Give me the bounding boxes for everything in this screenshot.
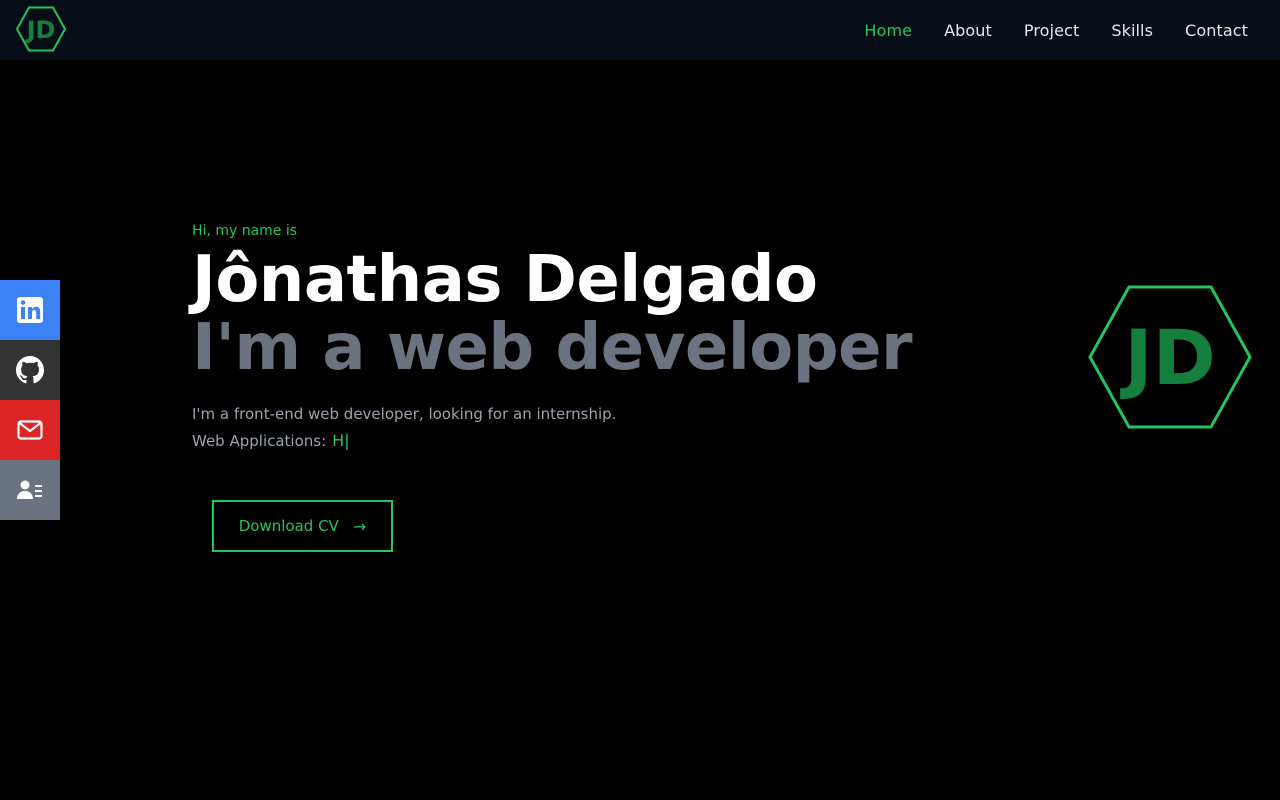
arrow-right-icon: → xyxy=(352,516,367,536)
mail-icon xyxy=(17,420,43,440)
hero-name: Jônathas Delgado xyxy=(192,243,818,317)
hero-section: Hi, my name is Jônathas Delgado I'm a we… xyxy=(192,220,1012,454)
web-apps-line: Web Applications: H| xyxy=(192,428,1012,454)
linkedin-icon xyxy=(17,297,43,323)
nav-links: Home About Project Skills Contact xyxy=(864,0,1248,60)
hero-role: I'm a web developer xyxy=(192,311,913,385)
linkedin-link[interactable] xyxy=(0,280,60,340)
logo-text: JD xyxy=(25,16,56,44)
hero-logo-text: JD xyxy=(1119,313,1215,402)
email-link[interactable] xyxy=(0,400,60,460)
download-cv-button[interactable]: Download CV → xyxy=(212,500,393,552)
navbar: JD Home About Project Skills Contact xyxy=(0,0,1280,60)
download-cv-label: Download CV xyxy=(238,517,339,535)
nav-skills[interactable]: Skills xyxy=(1111,21,1153,40)
github-link[interactable] xyxy=(0,340,60,400)
web-apps-label: Web Applications: xyxy=(192,432,327,450)
greeting-text: Hi, my name is xyxy=(192,223,298,239)
nav-about[interactable]: About xyxy=(944,21,992,40)
social-sidebar xyxy=(0,280,60,520)
github-icon xyxy=(16,356,44,384)
typing-cursor: | xyxy=(344,431,350,450)
site-logo[interactable]: JD xyxy=(15,6,67,52)
nav-contact[interactable]: Contact xyxy=(1185,21,1248,40)
typed-text: H xyxy=(332,431,345,450)
nav-project[interactable]: Project xyxy=(1024,21,1079,40)
nav-home[interactable]: Home xyxy=(864,21,912,40)
hero-logo: JD xyxy=(1087,284,1253,430)
resume-icon xyxy=(17,480,42,499)
resume-link[interactable] xyxy=(0,460,60,520)
hero-description: I'm a front-end web developer, looking f… xyxy=(192,405,617,423)
